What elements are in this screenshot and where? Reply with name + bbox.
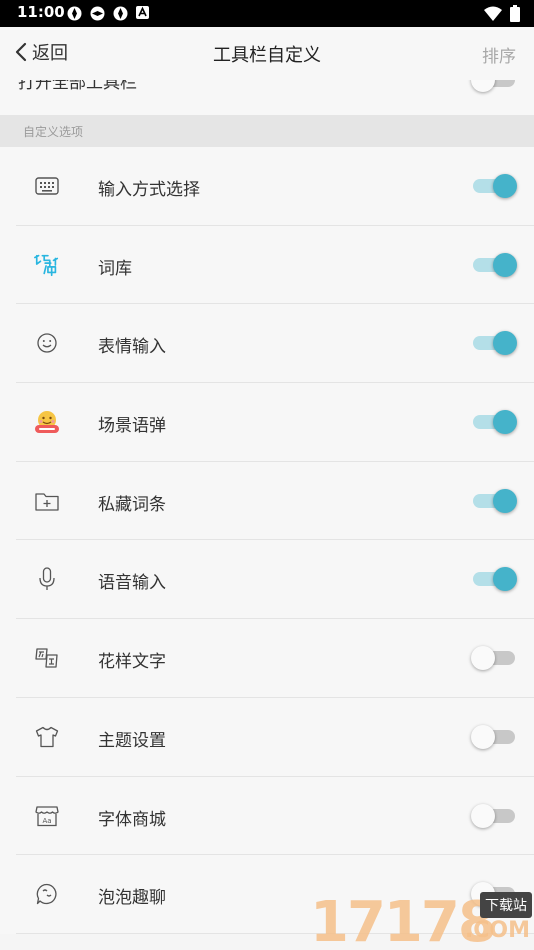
toggle-switch[interactable] <box>471 410 517 435</box>
toggle-thumb <box>493 174 517 198</box>
toggle-thumb <box>493 410 517 435</box>
list-item-label: 私藏词条 <box>98 494 166 515</box>
notification-app-icon <box>113 6 128 21</box>
notification-app-icon <box>67 6 82 21</box>
list-item[interactable]: 花样文字 <box>0 619 534 698</box>
toggle-thumb <box>493 567 517 592</box>
toggle-switch[interactable] <box>471 724 517 749</box>
toggle-switch[interactable] <box>471 567 517 592</box>
options-list: 输入方式选择 词库 表情输入 场景语弹 私藏词条 语音输入 花样文字 主题设置 … <box>0 147 534 934</box>
toggle-thumb <box>471 803 495 828</box>
list-item[interactable]: 私藏词条 <box>0 461 534 541</box>
list-item-label: 场景语弹 <box>98 416 166 437</box>
fancy-text-icon <box>33 644 61 672</box>
status-right <box>484 5 520 22</box>
keyboard-icon <box>33 172 61 200</box>
lexicon-icon <box>33 251 61 279</box>
page-title: 工具栏自定义 <box>213 45 321 66</box>
toggle-thumb <box>493 252 517 277</box>
watermark: 17178 下载站 .COM <box>310 888 534 950</box>
toggle-thumb <box>471 646 495 671</box>
sort-button[interactable]: 排序 <box>482 42 516 67</box>
svg-text:Aa: Aa <box>42 817 51 825</box>
list-item[interactable]: 语音输入 <box>0 540 534 620</box>
emoji-icon <box>33 329 61 357</box>
toggle-switch[interactable] <box>471 252 517 277</box>
toggle-switch[interactable] <box>471 331 517 356</box>
notification-icons <box>66 5 150 22</box>
list-item[interactable]: 表情输入 <box>0 304 534 384</box>
list-item[interactable]: 词库 <box>0 225 534 305</box>
font-store-icon: Aa <box>33 802 61 830</box>
list-item-label: 词库 <box>98 258 132 279</box>
watermark-suffix: .COM <box>464 918 530 943</box>
screen: 11:00 返回 工具栏自定义 排序 打开全部工具栏 自定义选项 输入方式选择 … <box>0 0 534 950</box>
section-header: 自定义选项 <box>0 115 534 147</box>
list-item-label: 泡泡趣聊 <box>98 888 166 909</box>
toggle-thumb <box>471 80 495 92</box>
list-item-label: 输入方式选择 <box>98 180 200 200</box>
battery-icon <box>510 5 520 22</box>
watermark-badge: 下载站 <box>480 892 532 918</box>
toggle-switch[interactable] <box>471 174 517 198</box>
scene-bubble-icon <box>33 408 61 436</box>
toggle-switch[interactable] <box>471 646 517 671</box>
list-item[interactable]: 输入方式选择 <box>0 147 534 226</box>
wifi-icon <box>484 6 502 21</box>
list-item-label: 语音输入 <box>98 573 166 594</box>
toggle-switch[interactable] <box>471 80 517 92</box>
toggle-thumb <box>493 331 517 356</box>
list-item-label: 花样文字 <box>98 652 166 673</box>
list-item-label: 表情输入 <box>98 337 166 358</box>
list-item[interactable]: Aa 字体商城 <box>0 776 534 856</box>
list-item-label: 字体商城 <box>98 809 166 830</box>
section-label: 自定义选项 <box>23 125 84 139</box>
toggle-thumb <box>493 488 517 513</box>
toggle-thumb <box>471 724 495 749</box>
notification-a-icon <box>136 6 149 19</box>
nav-bar: 返回 工具栏自定义 排序 <box>0 27 534 81</box>
tshirt-icon <box>33 723 61 751</box>
list-item[interactable]: 场景语弹 <box>0 383 534 462</box>
list-item-label: 打开全部工具栏 <box>18 80 137 93</box>
microphone-icon <box>33 565 61 593</box>
list-item-label: 主题设置 <box>98 730 166 751</box>
notification-app-icon <box>90 6 105 21</box>
status-time: 11:00 <box>17 3 65 21</box>
toggle-switch[interactable] <box>471 488 517 513</box>
status-bar: 11:00 <box>0 0 534 27</box>
folder-add-icon <box>33 487 61 515</box>
toggle-switch[interactable] <box>471 803 517 828</box>
list-item[interactable]: 主题设置 <box>0 697 534 777</box>
bubble-chat-icon <box>33 880 61 908</box>
list-item-all-toolbar[interactable]: 打开全部工具栏 <box>0 80 534 115</box>
